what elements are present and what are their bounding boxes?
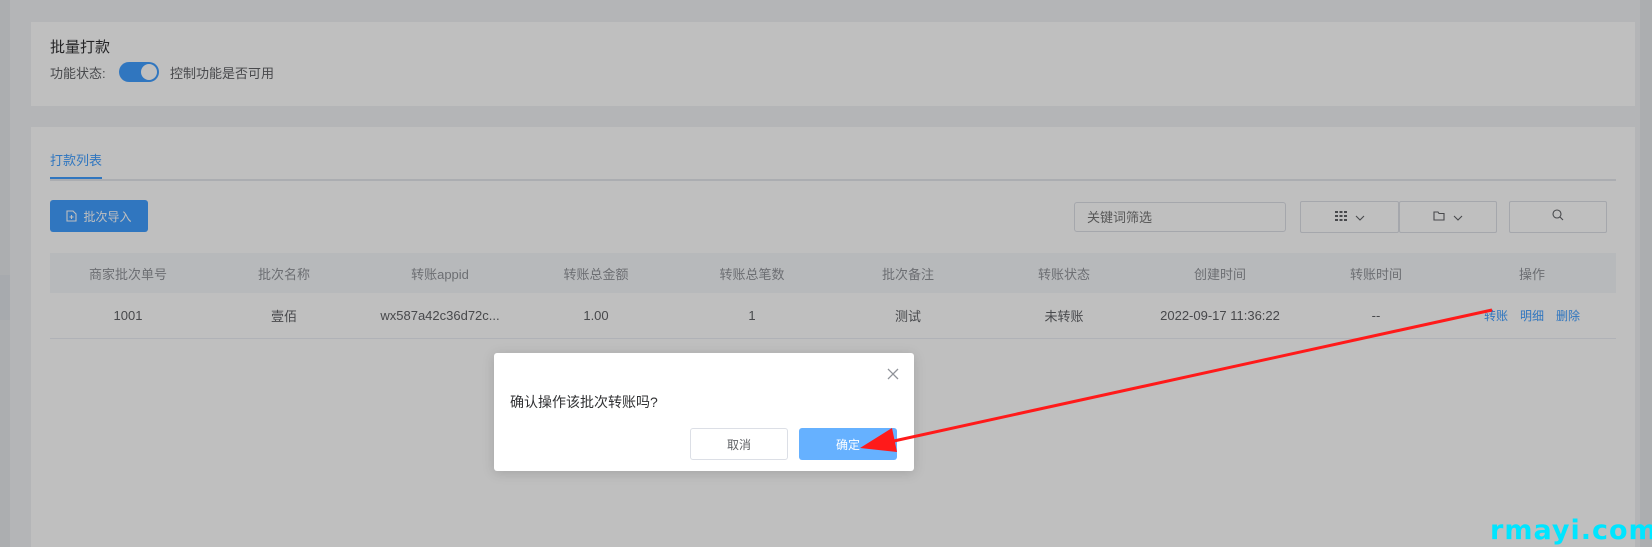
arrow-shaft — [879, 308, 1493, 446]
page: 批量打款 功能状态: 控制功能是否可用 打款列表 批次导入 关键词筛选 商家批次… — [0, 0, 1652, 547]
arrow-head — [860, 428, 897, 452]
watermark: rmayi.com — [1490, 515, 1652, 546]
annotation-arrow — [860, 308, 1493, 452]
